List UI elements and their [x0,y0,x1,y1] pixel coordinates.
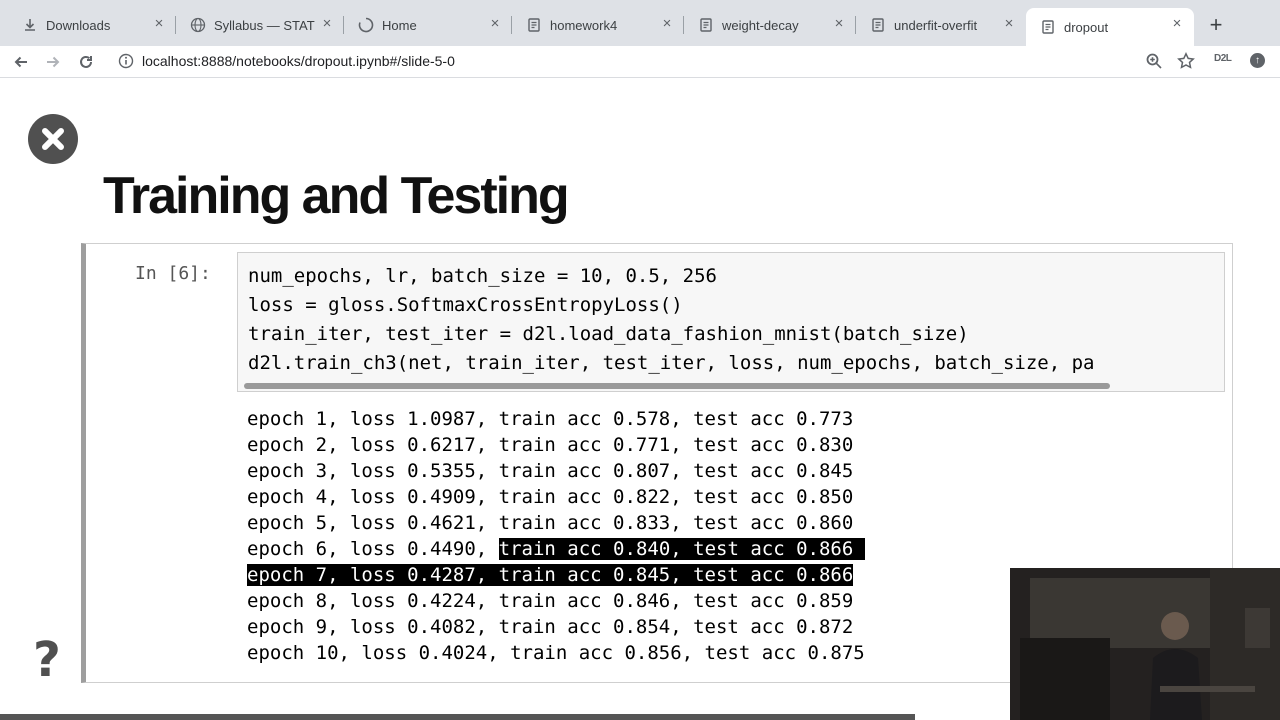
output-text: epoch 6, loss 0.4490, [247,538,499,560]
tab-label: dropout [1064,19,1109,35]
tab-close-icon[interactable]: × [320,16,334,31]
cell-input-prompt: In [6]: [135,263,211,284]
tab-home[interactable]: Home × [344,8,512,42]
reload-button[interactable] [74,50,98,74]
tab-label: Syllabus — STAT [214,17,315,33]
tab-close-icon[interactable]: × [660,16,674,31]
extension-update-icon[interactable]: ↑ [1250,53,1265,68]
zoom-button[interactable] [1143,50,1165,72]
bookmark-star-button[interactable] [1175,50,1197,72]
output-line: epoch 3, loss 0.5355, train acc 0.807, t… [247,460,854,482]
code-line: d2l.train_ch3(net, train_iter, test_iter… [248,352,1095,374]
code-line: loss = gloss.SoftmaxCrossEntropyLoss() [248,294,683,316]
slide-title: Training and Testing [103,167,570,225]
presenter-video-image [1010,568,1280,720]
webcam-overlay [1010,568,1280,720]
back-button[interactable] [9,50,33,74]
tab-dropout[interactable]: dropout × [1026,8,1194,46]
output-line: epoch 4, loss 0.4909, train acc 0.822, t… [247,486,854,508]
output-line: epoch 1, loss 1.0987, train acc 0.578, t… [247,408,854,430]
close-icon [42,128,64,150]
output-line: epoch 9, loss 0.4082, train acc 0.854, t… [247,616,854,638]
slide-progress-bar [0,714,915,720]
tab-close-icon[interactable]: × [1170,16,1184,31]
code-line: num_epochs, lr, batch_size = 10, 0.5, 25… [248,265,717,287]
download-icon [22,17,38,33]
new-tab-button[interactable]: + [1203,12,1229,38]
url-text: localhost:8888/notebooks/dropout.ipynb#/… [142,53,455,69]
address-bar[interactable]: localhost:8888/notebooks/dropout.ipynb#/… [108,48,1208,74]
tab-underfit-overfit[interactable]: underfit-overfit × [856,8,1026,42]
tab-label: homework4 [550,17,618,33]
output-line-partially-selected: epoch 6, loss 0.4490, train acc 0.840, t… [247,536,865,562]
d2l-extension-icon[interactable]: D2L [1214,53,1232,64]
tab-label: underfit-overfit [894,17,978,33]
notebook-icon [698,17,714,33]
notebook-icon [870,17,886,33]
output-line: epoch 5, loss 0.4621, train acc 0.833, t… [247,512,854,534]
code-line: train_iter, test_iter = d2l.load_data_fa… [248,323,969,345]
back-arrow-icon [14,56,27,68]
star-icon [1177,52,1195,69]
output-line: epoch 2, loss 0.6217, train acc 0.771, t… [247,434,854,456]
tab-label: Home [382,17,417,33]
reload-icon [80,55,92,68]
spinner-icon [358,17,374,33]
info-icon[interactable] [118,53,134,74]
zoom-icon [1146,53,1162,69]
tab-close-icon[interactable]: × [488,16,502,31]
browser-tab-strip: Downloads × Syllabus — STAT × Home × hom… [0,0,1280,46]
output-line: epoch 8, loss 0.4224, train acc 0.846, t… [247,590,854,612]
tab-label: weight-decay [722,17,799,33]
tab-close-icon[interactable]: × [152,16,166,31]
browser-toolbar: localhost:8888/notebooks/dropout.ipynb#/… [0,46,1280,78]
notebook-icon [1040,19,1056,35]
tab-label: Downloads [46,17,111,33]
tab-syllabus[interactable]: Syllabus — STAT × [176,8,344,42]
tab-close-icon[interactable]: × [832,16,846,31]
close-slide-button[interactable] [28,114,78,164]
globe-icon [190,17,206,33]
selected-text: epoch 7, loss 0.4287, train acc 0.845, t… [247,564,854,586]
tab-weight-decay[interactable]: weight-decay × [684,8,856,42]
code-editor[interactable]: num_epochs, lr, batch_size = 10, 0.5, 25… [237,252,1225,392]
code-horizontal-scrollbar[interactable] [244,383,1110,389]
notebook-icon [526,17,542,33]
tab-downloads[interactable]: Downloads × [8,8,176,42]
forward-button[interactable] [41,50,65,74]
output-line-selected: epoch 7, loss 0.4287, train acc 0.845, t… [247,562,854,588]
selected-text: train acc 0.840, test acc 0.866 [498,538,865,560]
tab-homework4[interactable]: homework4 × [512,8,684,42]
help-button[interactable]: ? [33,632,61,688]
tab-close-icon[interactable]: × [1002,16,1016,31]
forward-arrow-icon [47,56,60,68]
output-line: epoch 10, loss 0.4024, train acc 0.856, … [247,642,865,664]
